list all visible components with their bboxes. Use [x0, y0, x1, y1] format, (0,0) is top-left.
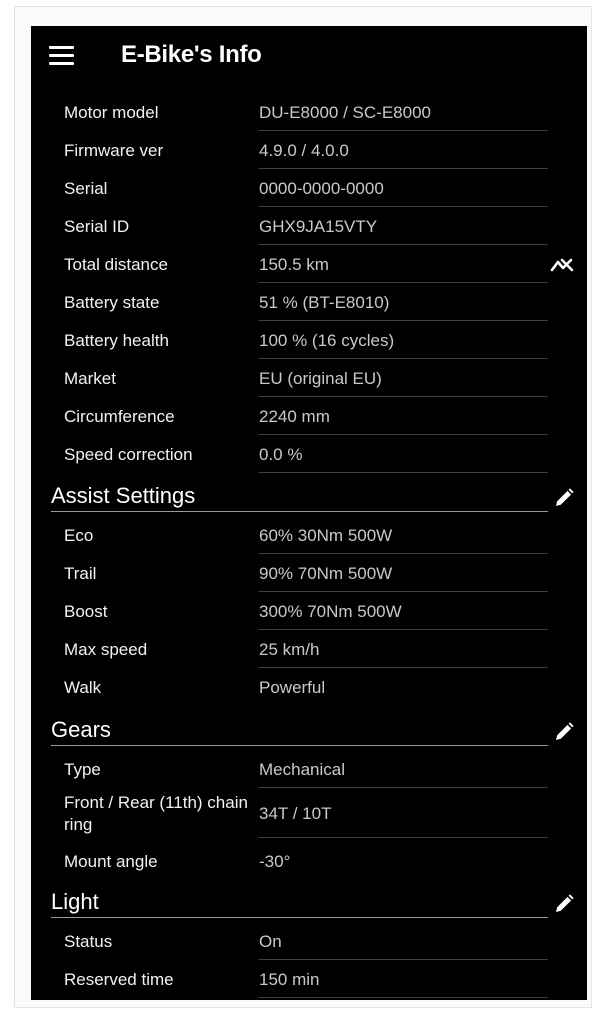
light-row-reserved-time[interactable]: Reserved time 150 min: [31, 962, 587, 1000]
trend-chart-icon[interactable]: [550, 253, 574, 277]
row-label: Reserved time: [64, 970, 174, 989]
pencil-edit-icon[interactable]: [552, 486, 576, 510]
row-label: Market: [64, 369, 116, 388]
row-divider: [259, 997, 548, 998]
row-label: Max speed: [64, 640, 148, 659]
page-title: E-Bike's Info: [121, 41, 262, 68]
info-row-market: Market EU (original EU): [31, 361, 587, 399]
row-divider: [259, 244, 548, 245]
assist-row-max-speed[interactable]: Max speed 25 km/h: [31, 632, 587, 670]
row-divider: [259, 434, 548, 435]
info-row-serial-id: Serial ID GHX9JA15VTY: [31, 209, 587, 247]
gears-row-mount-angle[interactable]: Mount angle -30°: [31, 844, 587, 882]
info-row-firmware: Firmware ver 4.9.0 / 4.0.0: [31, 133, 587, 171]
row-label: Mount angle: [64, 852, 158, 871]
row-label: Walk: [64, 678, 102, 697]
info-row-total-distance: Total distance 150.5 km: [31, 247, 587, 285]
row-label: Status: [64, 932, 113, 951]
info-row-motor-model: Motor model DU-E8000 / SC-E8000: [31, 95, 587, 133]
row-label: Type: [64, 760, 101, 779]
info-row-battery-state: Battery state 51 % (BT-E8010): [31, 285, 587, 323]
row-value: 60% 30Nm 500W: [259, 526, 393, 545]
light-row-status[interactable]: Status On: [31, 924, 587, 962]
assist-row-trail[interactable]: Trail 90% 70Nm 500W: [31, 556, 587, 594]
info-row-serial: Serial 0000-0000-0000: [31, 171, 587, 209]
row-divider: [259, 168, 548, 169]
pencil-edit-icon[interactable]: [552, 720, 576, 744]
row-label: Circumference: [64, 407, 175, 426]
row-label: Trail: [64, 564, 97, 583]
row-label: Firmware ver: [64, 141, 164, 160]
info-row-battery-health: Battery health 100 % (16 cycles): [31, 323, 587, 361]
row-divider: [259, 320, 548, 321]
gears-row-chain-ring[interactable]: Front / Rear (11th) chain ring 34T / 10T: [31, 792, 587, 840]
row-divider: [259, 130, 548, 131]
row-value: 300% 70Nm 500W: [259, 602, 402, 621]
row-divider: [259, 787, 548, 788]
row-divider: [259, 629, 548, 630]
section-assist-settings: Assist Settings: [31, 478, 587, 514]
row-value: 25 km/h: [259, 640, 320, 659]
row-divider: [259, 396, 548, 397]
section-divider: [51, 511, 548, 512]
row-value: Mechanical: [259, 760, 345, 779]
assist-row-walk[interactable]: Walk Powerful: [31, 670, 587, 708]
row-value: 0.0 %: [259, 445, 303, 464]
row-value: 150.5 km: [259, 255, 329, 274]
gears-row-type[interactable]: Type Mechanical: [31, 752, 587, 790]
row-divider: [259, 959, 548, 960]
row-divider: [259, 837, 548, 838]
section-divider: [51, 917, 548, 918]
app-bar: E-Bike's Info: [31, 26, 587, 88]
pencil-edit-icon[interactable]: [552, 892, 576, 916]
row-value: 0000-0000-0000: [259, 179, 384, 198]
row-divider: [259, 358, 548, 359]
hamburger-menu-icon[interactable]: [49, 46, 74, 66]
info-row-circumference: Circumference 2240 mm: [31, 399, 587, 437]
section-title: Assist Settings: [51, 483, 196, 508]
assist-row-boost[interactable]: Boost 300% 70Nm 500W: [31, 594, 587, 632]
row-value: 4.9.0 / 4.0.0: [259, 141, 349, 160]
row-value: 2240 mm: [259, 407, 330, 426]
row-divider: [259, 553, 548, 554]
row-value: 150 min: [259, 970, 320, 989]
row-value: EU (original EU): [259, 369, 382, 388]
row-label: Battery state: [64, 293, 160, 312]
row-value: -30°: [259, 852, 291, 871]
section-title: Light: [51, 889, 99, 914]
row-value: 51 % (BT-E8010): [259, 293, 390, 312]
row-value: 34T / 10T: [259, 804, 332, 823]
row-value: On: [259, 932, 282, 951]
row-value: Powerful: [259, 678, 326, 697]
section-divider: [51, 745, 548, 746]
row-label: Serial ID: [64, 217, 130, 236]
row-divider: [259, 591, 548, 592]
row-value: GHX9JA15VTY: [259, 217, 378, 236]
row-value: 100 % (16 cycles): [259, 331, 395, 350]
row-value: 90% 70Nm 500W: [259, 564, 393, 583]
section-title: Gears: [51, 717, 111, 742]
row-divider: [259, 282, 548, 283]
row-label: Eco: [64, 526, 94, 545]
row-label: Total distance: [64, 255, 168, 274]
assist-row-eco[interactable]: Eco 60% 30Nm 500W: [31, 518, 587, 556]
row-label: Front / Rear (11th) chain ring: [64, 793, 248, 834]
row-divider: [259, 667, 548, 668]
row-label: Serial: [64, 179, 108, 198]
row-label: Motor model: [64, 103, 159, 122]
info-row-speed-correction: Speed correction 0.0 %: [31, 437, 587, 475]
app-screen: E-Bike's Info Motor model DU-E8000 / SC-…: [31, 26, 587, 1000]
row-divider: [259, 206, 548, 207]
row-label: Battery health: [64, 331, 169, 350]
section-gears: Gears: [31, 712, 587, 748]
row-label: Speed correction: [64, 445, 193, 464]
row-value: DU-E8000 / SC-E8000: [259, 103, 431, 122]
row-label: Boost: [64, 602, 108, 621]
row-divider: [259, 472, 548, 473]
section-light: Light: [31, 884, 587, 920]
